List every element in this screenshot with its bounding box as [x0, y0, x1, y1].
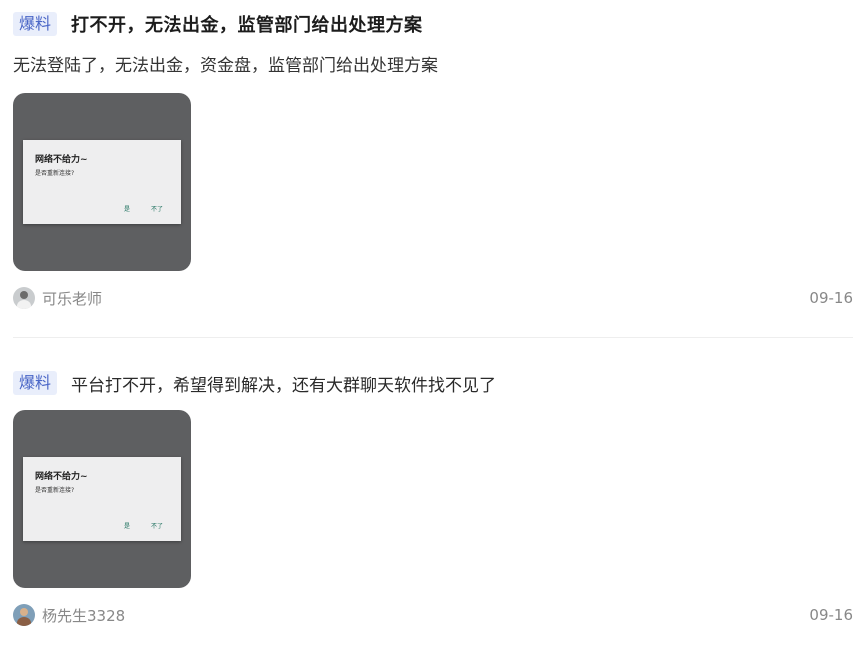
- dialog-yes-label: 是: [124, 206, 131, 213]
- dialog-title: 网络不给力~: [35, 472, 88, 482]
- post-date: 09-16: [809, 289, 853, 307]
- network-error-dialog: 网络不给力~ 是否重新连接? 是 不了: [23, 140, 181, 224]
- dialog-no-label: 不了: [151, 523, 164, 530]
- post-title-row: 爆料 打不开，无法出金，监管部门给出处理方案: [13, 11, 853, 37]
- post-thumbnail[interactable]: 网络不给力~ 是否重新连接? 是 不了: [13, 410, 191, 588]
- avatar: [13, 287, 35, 309]
- dialog-message: 是否重新连接?: [35, 487, 75, 494]
- post-tag[interactable]: 爆料: [13, 12, 58, 36]
- post-tag[interactable]: 爆料: [13, 371, 58, 395]
- post-title[interactable]: 打不开，无法出金，监管部门给出处理方案: [71, 11, 423, 37]
- post-item[interactable]: 爆料 打不开，无法出金，监管部门给出处理方案 无法登陆了，无法出金，资金盘，监管…: [13, 11, 853, 311]
- dialog-yes-label: 是: [124, 523, 131, 530]
- post-item[interactable]: 爆料 平台打不开，希望得到解决，还有大群聊天软件找不见了 网络不给力~ 是否重新…: [13, 370, 853, 628]
- post-date: 09-16: [809, 606, 853, 624]
- dialog-no-label: 不了: [151, 206, 164, 213]
- post-author[interactable]: 杨先生3328: [13, 604, 125, 626]
- dialog-title: 网络不给力~: [35, 155, 88, 165]
- author-name: 杨先生3328: [42, 606, 126, 625]
- post-title[interactable]: 平台打不开，希望得到解决，还有大群聊天软件找不见了: [71, 371, 496, 396]
- post-author[interactable]: 可乐老师: [13, 287, 102, 309]
- post-summary[interactable]: 无法登陆了，无法出金，资金盘，监管部门给出处理方案: [13, 51, 853, 76]
- post-meta: 杨先生3328 09-16: [13, 604, 853, 628]
- post-title-row: 爆料 平台打不开，希望得到解决，还有大群聊天软件找不见了: [13, 370, 853, 396]
- avatar: [13, 604, 35, 626]
- dialog-message: 是否重新连接?: [35, 170, 75, 177]
- network-error-dialog: 网络不给力~ 是否重新连接? 是 不了: [23, 457, 181, 541]
- post-thumbnail[interactable]: 网络不给力~ 是否重新连接? 是 不了: [13, 93, 191, 271]
- post-meta: 可乐老师 09-16: [13, 287, 853, 311]
- author-name: 可乐老师: [42, 289, 103, 308]
- post-divider: [13, 337, 853, 338]
